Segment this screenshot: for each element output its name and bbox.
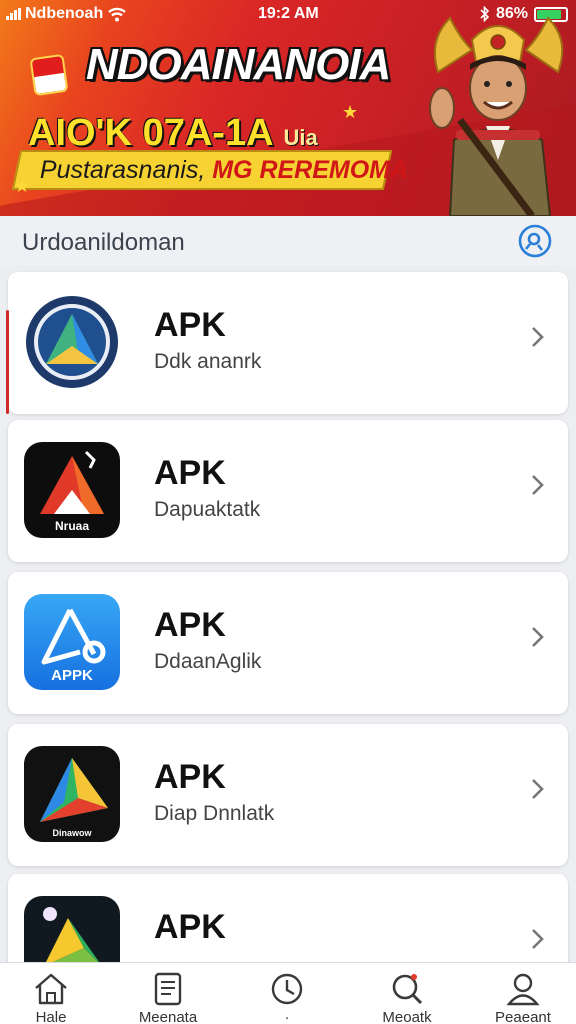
nav-label: · [284,1009,290,1024]
red-triangle-icon: Nruaa [24,442,120,538]
nav-item-home[interactable]: Hale [0,967,106,1024]
app-icon-label: Nruaa [55,519,89,533]
app-description: DdaanAglik [154,650,262,673]
nav-item-profile[interactable]: Peaeant [468,967,576,1024]
chevron-right-icon [532,475,544,495]
app-icon-label: APPK [51,667,93,684]
clock-icon [271,973,303,1005]
app-icon-label: Dinawow [52,828,92,838]
search-icon [392,974,423,1005]
app-description: Diap Dnnlatk [154,802,275,825]
nav-label: Meenata [138,1009,198,1024]
banner-tagline: Pustarasnanis, [39,156,206,184]
app-name: APK [154,454,226,492]
app-description: Dapuaktatk [154,498,261,521]
flag-icon [31,56,67,94]
app-list-item[interactable]: Dinawow APK Diap Dnnlatk [8,724,568,866]
profile-icon [506,973,540,1006]
wifi-icon [108,7,127,21]
nav-label: Peaeant [495,1009,551,1024]
nav-item-documents[interactable]: Meenata [113,967,223,1024]
app-name: APK [154,306,226,344]
star-icon: ★ [342,102,359,122]
nav-label: Meoatk [382,1009,432,1024]
app-list-item[interactable]: APPK APK DdaanAglik [8,572,568,714]
nav-item-search[interactable]: Meoatk [352,967,462,1024]
chevron-right-icon [532,929,544,949]
rainbow-play-icon: Dinawow [24,746,120,842]
section-header: Urdoanildoman [0,216,576,266]
nav-item-history[interactable]: · [232,967,342,1024]
signal-icon [6,8,21,20]
app-name: APK [154,606,226,644]
banner-tagline-highlight: MG REREMOMA [212,156,409,184]
blue-triangle-seal-icon [24,294,120,390]
chevron-right-icon [532,627,544,647]
app-list-item[interactable]: APK Ddk ananrk [6,272,568,414]
banner-subtitle: AIO'K 07A-1A Uia [28,112,318,155]
bottom-nav: Hale Meenata · Meoatk Peaeant [0,962,576,1024]
document-icon [154,972,182,1006]
search-refresh-icon[interactable] [516,222,554,260]
chevron-right-icon [532,327,544,347]
star-icon: ★ [14,176,31,196]
promo-banner[interactable]: Ndbenoah 19:2 AM 86% NDOAINANOIA AIO'K 0… [0,0,576,216]
mascot-illustration [429,16,564,216]
app-description: Ddk ananrk [154,350,262,373]
clock-label: 19:2 AM [258,5,319,22]
banner-subtitle-suffix: Uia [283,125,318,150]
nav-label: Hale [35,1009,67,1024]
chevron-right-icon [532,779,544,799]
blue-apk-icon: APPK [24,594,120,690]
banner-tagline-box: Pustarasnanis, MG REREMOMA [11,150,408,190]
banner-subtitle-text: AIO'K 07A-1A [28,112,274,154]
app-list-item[interactable]: Nruaa APK Dapuaktatk [8,420,568,562]
app-name: APK [154,908,226,946]
home-icon [35,973,67,1005]
section-title: Urdoanildoman [22,229,185,256]
banner-title: NDOAINANOIA [86,40,391,89]
carrier-label: Ndbenoah [25,5,104,22]
app-name: APK [154,758,226,796]
